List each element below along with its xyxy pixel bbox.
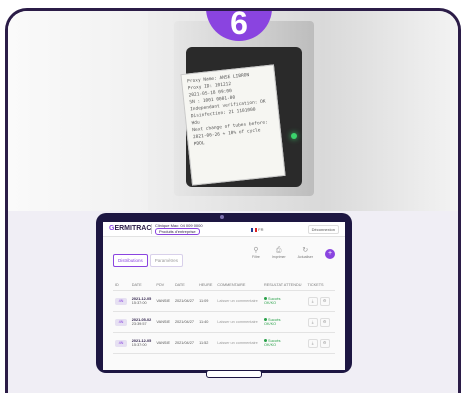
wall [8,11,148,211]
row-id: 4N [115,297,127,305]
row-time: 15:37:00 [131,343,147,347]
print-icon: ⎙ [275,247,282,254]
gear-icon[interactable]: ⚙ [319,338,330,348]
refresh-button[interactable]: ↻ Actualiser [298,247,313,259]
row-time: 23:39:57 [131,322,147,326]
flag-icon [251,227,257,232]
gear-icon[interactable]: ⚙ [319,296,330,306]
print-button[interactable]: ⎙ Imprimer [272,247,286,259]
row-comment[interactable]: Laisser un commentaire [215,332,263,354]
col-pdv: PDV [154,280,173,291]
row-comment[interactable]: Laisser un commentaire [215,290,263,312]
row-heure: 11:52 [197,332,216,354]
row-pdv: VANSIE [154,332,173,354]
row-id: 4N [115,318,127,326]
laptop: GERMITRAC Clinique Mac: 04 009 0000 Prod… [96,213,352,373]
col-commentaire: COMMENTAIRE [215,280,263,291]
logout-button[interactable]: Déconnexion [307,225,339,234]
filter-button[interactable]: ⚲ Filtre [252,247,260,259]
col-date: DATE [129,280,155,291]
row-date2: 2021/04/27 [172,290,198,312]
receipt-paper: Proxy Name: ANSE LIBRON Proxy ID: 101212… [180,64,286,186]
search-icon: ⚲ [253,247,259,254]
camera-dot [220,215,224,219]
row-status: Succès OK/KO [262,311,306,333]
table-row[interactable]: 4N 2021-12-05 15:37:00 VANSIE 2021/04/27 … [113,290,335,312]
col-tickets: TICKETS [305,280,335,291]
status-dot [264,296,268,300]
tab-distributions[interactable]: Distributions [113,254,148,267]
row-time: 15:37:00 [131,301,147,305]
row-date2: 2021/04/27 [172,311,198,333]
app-header: GERMITRAC Clinique Mac: 04 009 0000 Prod… [103,222,345,237]
col-date2: DATE [172,280,198,291]
toolbar: ⚲ Filtre ⎙ Imprimer ↻ Actualiser + [252,247,335,259]
col-heure: HEURE [197,280,216,291]
status-dot [264,317,268,321]
distributions-table: ID DATE PDV DATE HEURE COMMENTAIRE RESUL… [113,280,335,354]
row-heure: 11:09 [197,290,216,312]
row-pdv: VANSIE [154,311,173,333]
download-icon[interactable]: ⤓ [307,317,318,327]
refresh-icon: ↻ [302,247,309,254]
gear-icon[interactable]: ⚙ [319,317,330,327]
tab-parametres[interactable]: Paramètres [149,254,184,267]
row-pdv: VANSIE [154,290,173,312]
tab-bar: Distributions Paramètres [113,254,184,267]
col-resultat: RESULTAT ATTENDU [262,280,306,291]
row-status: Succès OK/KO [262,290,306,312]
laptop-base [206,370,262,378]
download-icon[interactable]: ⤓ [307,338,318,348]
laptop-screen: GERMITRAC Clinique Mac: 04 009 0000 Prod… [103,222,345,370]
status-dot [264,338,268,342]
header-divider [151,224,152,234]
download-icon[interactable]: ⤓ [307,296,318,306]
col-id: ID [113,280,130,291]
account-select[interactable]: Produits d'entreprise [155,228,200,235]
row-id: 4N [115,339,127,347]
row-status: Succès OK/KO [262,332,306,354]
row-heure: 11:40 [197,311,216,333]
status-led [291,133,297,139]
language-selector[interactable]: FR [251,227,263,232]
row-comment[interactable]: Laisser un commentaire [215,311,263,333]
row-date2: 2021/04/27 [172,332,198,354]
add-button[interactable]: + [325,249,335,259]
table-row[interactable]: 4N 2021-12-05 15:37:00 VANSIE 2021/04/27 … [113,332,335,354]
account-info: Clinique Mac: 04 009 0000 Produits d'ent… [155,223,203,235]
printer-photo: Proxy Name: ANSE LIBRON Proxy ID: 101212… [8,11,458,211]
app-logo: GERMITRAC [109,225,152,232]
table-row[interactable]: 4N 2021-05-02 23:39:57 VANSIE 2021/04/27 … [113,311,335,333]
table-header: ID DATE PDV DATE HEURE COMMENTAIRE RESUL… [113,280,335,291]
